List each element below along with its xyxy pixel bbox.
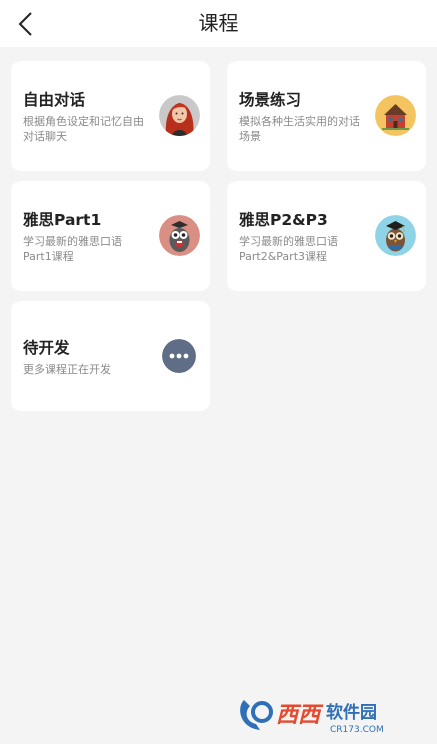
card-title: 场景练习 (239, 91, 302, 109)
course-card-free-talk[interactable]: 自由对话 根据角色设定和记忆自由对话聊天 (11, 61, 210, 171)
card-title: 自由对话 (23, 91, 86, 109)
owl-mascot-icon (159, 215, 200, 256)
course-card-ielts-part2-part3[interactable]: 雅思P2&P3 学习最新的雅思口语Part2&Part3课程 (227, 181, 426, 291)
card-description: 根据角色设定和记忆自由对话聊天 (23, 115, 144, 143)
course-card-ielts-part1[interactable]: 雅思Part1 学习最新的雅思口语Part1课程 (11, 181, 210, 291)
house-icon (375, 95, 416, 136)
card-description: 学习最新的雅思口语Part2&Part3课程 (239, 235, 338, 263)
course-card-coming-soon[interactable]: 待开发 更多课程正在开发 (11, 301, 210, 411)
page-title: 课程 (198, 11, 239, 35)
top-bar: 课程 (0, 0, 437, 47)
card-description: 模拟各种生活实用的对话场景 (239, 115, 360, 143)
woman-avatar-icon (159, 95, 200, 136)
card-description: 学习最新的雅思口语Part1课程 (23, 235, 122, 263)
more-dots-icon (162, 339, 196, 373)
svg-text:软件园: 软件园 (326, 702, 377, 723)
owl-graduate-icon (375, 215, 416, 256)
watermark-logo: 西西 软件园 CR173.COM (238, 694, 416, 736)
card-title: 雅思P2&P3 (239, 211, 328, 229)
card-description: 更多课程正在开发 (23, 363, 111, 376)
card-title: 雅思Part1 (23, 211, 102, 229)
svg-text:CR173.COM: CR173.COM (330, 725, 384, 735)
course-card-scene-practice[interactable]: 场景练习 模拟各种生活实用的对话场景 (227, 61, 426, 171)
card-title: 待开发 (23, 339, 70, 357)
svg-text:西西: 西西 (276, 703, 324, 728)
